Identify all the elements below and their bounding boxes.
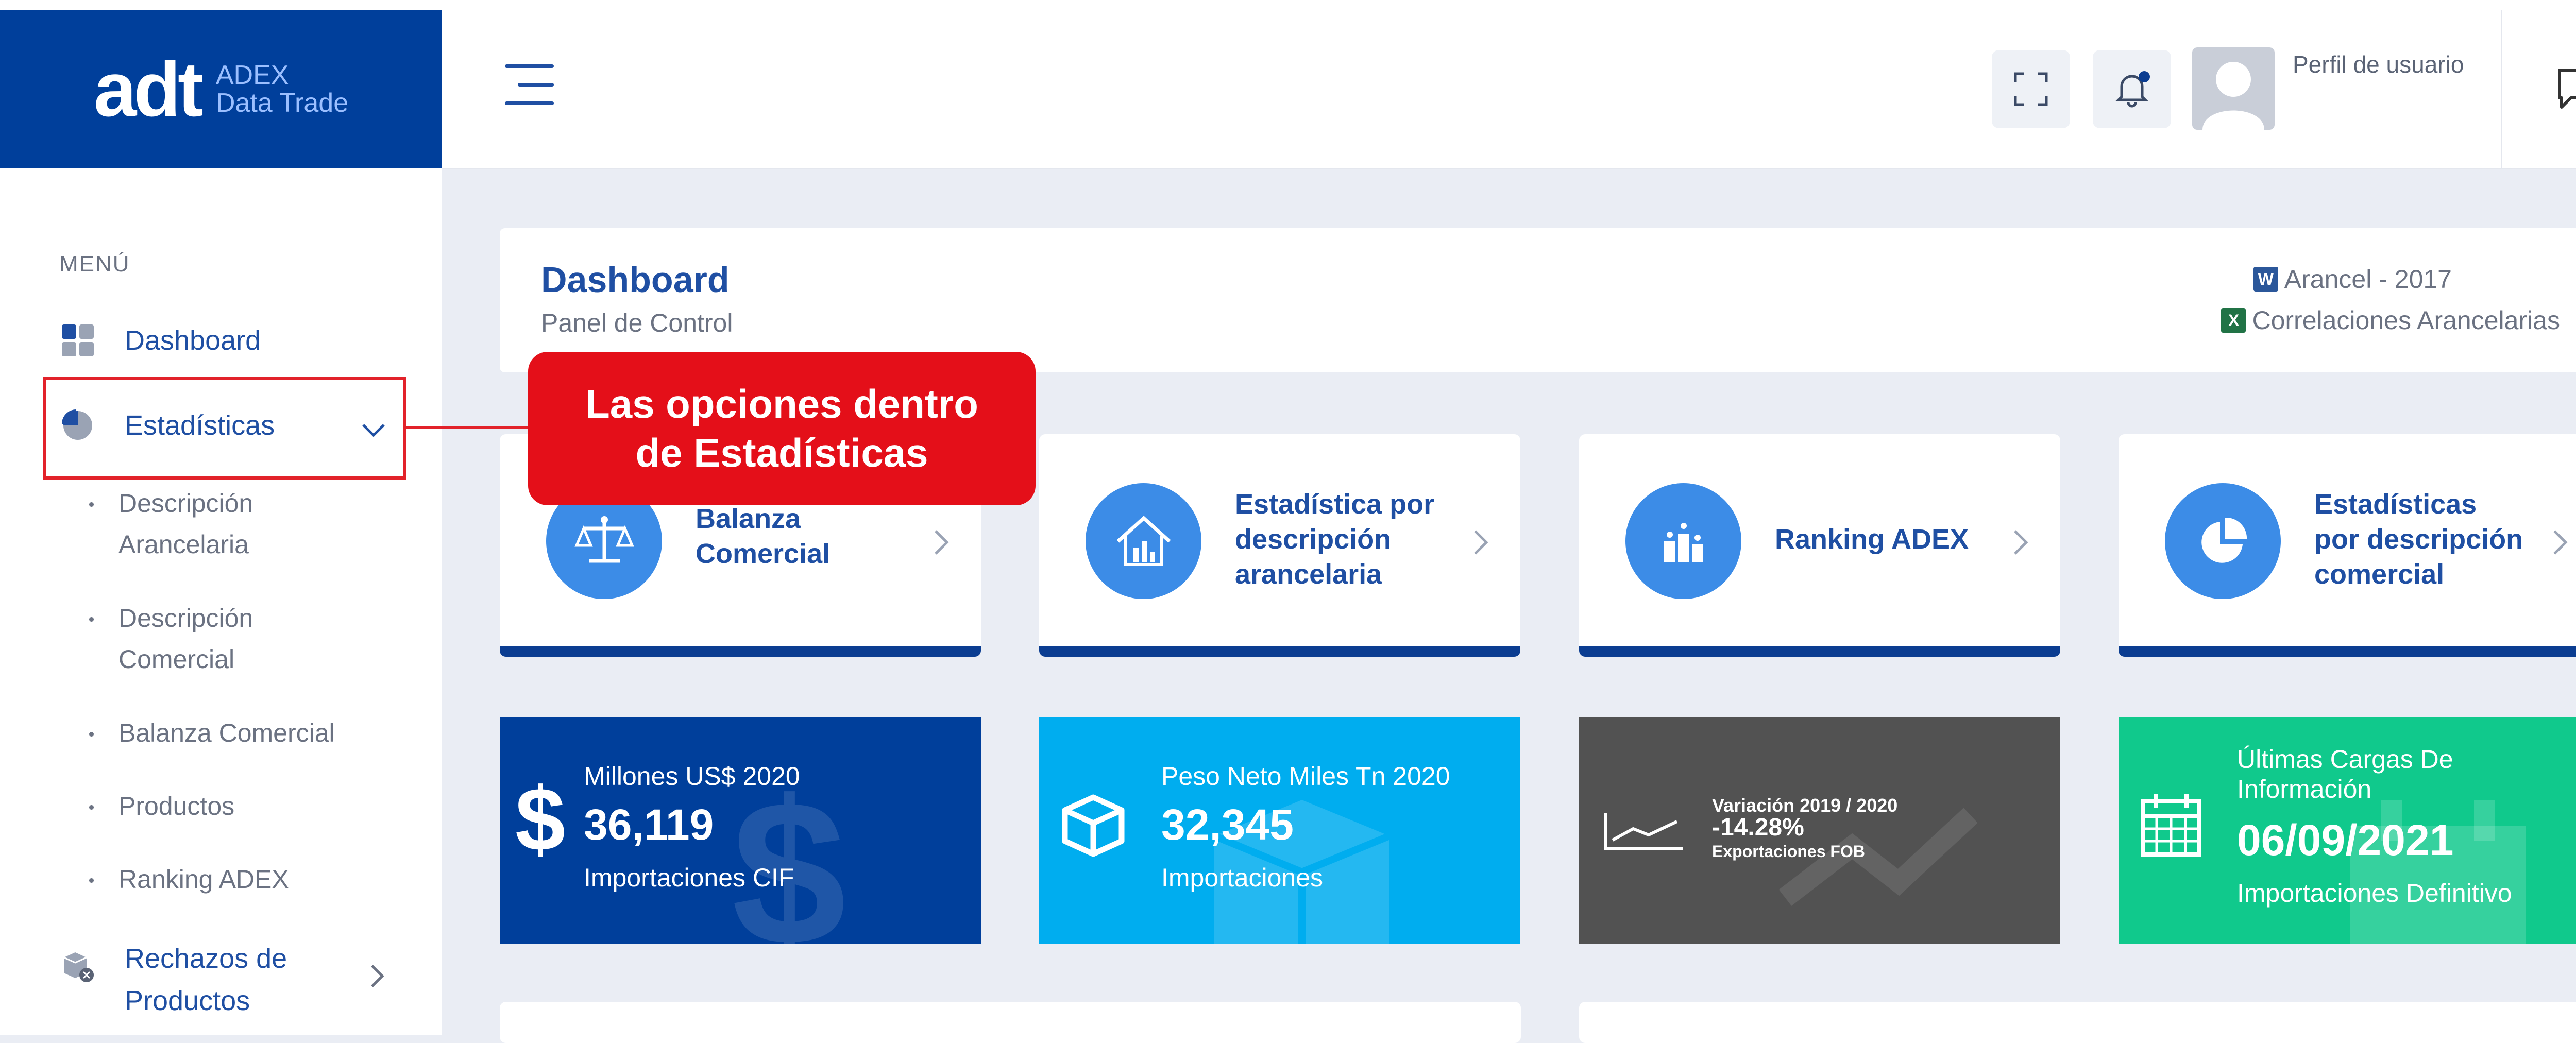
dollar-watermark-icon: $	[732, 779, 846, 944]
subitem-line1: Descripción	[118, 604, 253, 632]
excel-doc-icon: X	[2221, 308, 2246, 333]
link-correlaciones-label: Correlaciones Arancelarias	[2252, 306, 2560, 335]
bullet-dot	[89, 805, 94, 810]
user-silhouette-icon	[2202, 62, 2264, 130]
dashboard-grid-icon	[59, 322, 96, 359]
subitem-line1: Descripción	[118, 489, 253, 518]
svg-text:$: $	[515, 778, 565, 861]
notifications-button[interactable]	[2093, 50, 2171, 128]
profile-label[interactable]: Perfil de usuario	[2293, 50, 2464, 78]
calendar-icon	[2141, 794, 2201, 857]
ranking-podium-icon	[1625, 483, 1741, 599]
bottom-card-right	[1579, 1002, 2576, 1043]
chevron-right-icon[interactable]	[367, 963, 387, 989]
dollar-icon: $	[515, 778, 565, 861]
stat-card-importaciones-peso: Peso Neto Miles Tn 2020 32,345 Importaci…	[1039, 717, 1520, 944]
bullet-dot	[89, 878, 94, 883]
stat-value: 06/09/2021	[2237, 816, 2454, 864]
stat-card-ultimas-cargas: Últimas Cargas De Información 06/09/2021…	[2119, 717, 2576, 944]
link-correlaciones[interactable]: X Correlaciones Arancelarias	[2221, 305, 2560, 335]
trend-line-icon	[1604, 813, 1683, 850]
svg-text:$: $	[732, 779, 846, 944]
bullet-dot	[89, 502, 94, 507]
stat-footer: Importaciones Definitivo	[2237, 879, 2512, 908]
bell-icon	[2115, 71, 2150, 108]
highlight-box	[43, 377, 406, 480]
nav-label-line3: comercial	[2314, 559, 2445, 590]
chevron-right-icon	[1474, 530, 1488, 555]
callout-connector	[406, 426, 530, 429]
chevron-right-icon	[2553, 530, 2568, 555]
nav-label-line2: por descripción	[2314, 524, 2523, 555]
stat-caption-line1: Últimas Cargas De	[2237, 745, 2453, 774]
bottom-card-left	[500, 1002, 1521, 1043]
word-doc-icon: W	[2253, 267, 2278, 292]
nav-label-line2: Comercial	[696, 538, 831, 569]
stat-footer: Exportaciones FOB	[1712, 842, 1865, 861]
fullscreen-button[interactable]	[1992, 50, 2070, 128]
link-arancel-label: Arancel - 2017	[2284, 265, 2452, 294]
pie-chart-icon	[2165, 483, 2281, 599]
link-arancel[interactable]: W Arancel - 2017	[2253, 264, 2452, 294]
stat-caption: Peso Neto Miles Tn 2020	[1161, 762, 1450, 791]
page-title: Dashboard	[541, 260, 730, 300]
stat-footer: Importaciones	[1161, 863, 1324, 892]
stat-value: 32,345	[1161, 800, 1294, 849]
nav-label-line3: arancelaria	[1235, 559, 1382, 590]
rechazos-label-line1: Rechazos de	[125, 943, 287, 974]
title-card: Dashboard Panel de Control W Arancel - 2…	[500, 228, 2576, 372]
nav-label-line1: Estadísticas	[2314, 489, 2477, 520]
sidebar-item-rechazos[interactable]: Rechazos de Productos	[59, 937, 287, 1022]
chat-icon[interactable]	[2555, 66, 2576, 112]
nav-label-line1: Balanza	[696, 503, 801, 534]
subitem-label: Ranking ADEX	[118, 865, 289, 894]
callout-line1: Las opciones dentro	[585, 381, 978, 426]
stat-caption: Millones US$ 2020	[584, 762, 800, 791]
cube-icon	[1062, 794, 1125, 857]
page-subtitle: Panel de Control	[541, 309, 733, 337]
stat-value: -14.28%	[1712, 814, 1804, 841]
nav-label-line2: descripción	[1235, 524, 1392, 555]
subitem-line2: Arancelaria	[118, 530, 249, 559]
subitem-label: Productos	[118, 792, 235, 820]
bullet-dot	[89, 732, 94, 737]
callout-annotation: Las opciones dentro de Estadísticas	[528, 352, 1036, 505]
nav-card-estadistica-arancelaria[interactable]: Estadística por descripción arancelaria	[1039, 434, 1520, 657]
bullet-dot	[89, 617, 94, 622]
sidebar-item-dashboard-label: Dashboard	[125, 325, 261, 356]
box-reject-icon	[59, 948, 96, 985]
logo-wordmark: adt	[93, 46, 204, 132]
hamburger-menu-icon[interactable]	[505, 64, 554, 106]
stat-card-importaciones-cif: $ $ Millones US$ 2020 36,119 Importacion…	[500, 717, 981, 944]
nav-label-line1: Estadística por	[1235, 489, 1435, 520]
logo[interactable]: adt ADEX Data Trade	[0, 10, 442, 168]
callout-line2: de Estadísticas	[635, 430, 928, 475]
nav-card-estadisticas-comercial[interactable]: Estadísticas por descripción comercial	[2119, 434, 2576, 657]
stat-card-exportaciones-fob: Variación 2019 / 2020 -14.28% Exportacio…	[1579, 717, 2060, 944]
rechazos-label-line2: Productos	[125, 985, 250, 1016]
bar-chart-house-icon	[1086, 483, 1201, 599]
menu-heading: MENÚ	[59, 251, 130, 277]
subitem-label: Balanza Comercial	[118, 719, 335, 747]
nav-label-line1: Ranking ADEX	[1775, 524, 1969, 555]
stat-value: 36,119	[584, 800, 714, 849]
stat-footer: Importaciones CIF	[584, 863, 794, 892]
chevron-right-icon	[935, 530, 949, 555]
sidebar-item-dashboard[interactable]: Dashboard	[59, 322, 261, 359]
top-band	[0, 0, 2576, 10]
chevron-right-icon	[2014, 530, 2028, 555]
avatar[interactable]	[2192, 47, 2275, 130]
logo-sub-line2: Data Trade	[215, 88, 349, 118]
logo-subtitle: ADEX Data Trade	[216, 61, 348, 117]
subitem-line2: Comercial	[118, 645, 235, 674]
nav-card-ranking-adex[interactable]: Ranking ADEX	[1579, 434, 2060, 657]
stat-caption-line2: Información	[2237, 775, 2372, 803]
logo-sub-line1: ADEX	[215, 60, 289, 90]
fullscreen-icon	[2014, 72, 2048, 106]
header-divider	[2501, 10, 2502, 168]
